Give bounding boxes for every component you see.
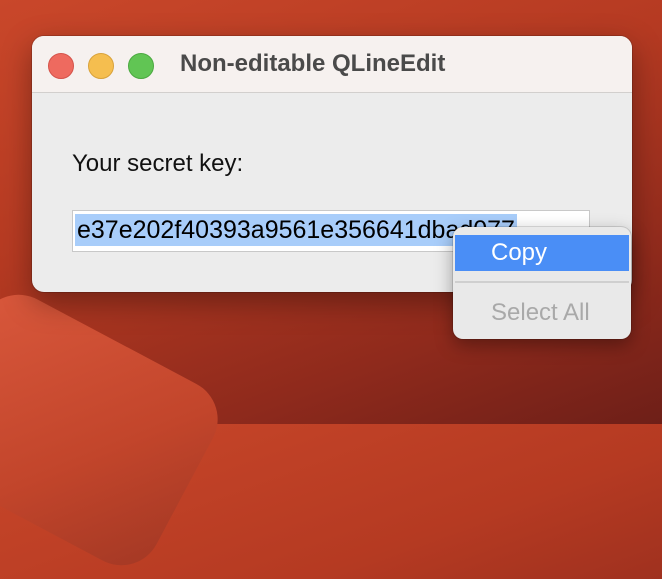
desktop-wallpaper — [0, 280, 232, 579]
menu-separator — [455, 281, 629, 283]
menu-item-copy[interactable]: Copy — [455, 235, 629, 271]
context-menu: Copy Select All — [453, 227, 631, 339]
minimize-button[interactable] — [88, 53, 114, 79]
title-bar: Non-editable QLineEdit — [32, 36, 632, 93]
secret-key-label: Your secret key: — [72, 150, 244, 177]
close-button[interactable] — [48, 53, 74, 79]
selected-text: e37e202f40393a9561e356641dbad077 — [75, 214, 517, 246]
window-title: Non-editable QLineEdit — [180, 50, 446, 77]
maximize-button[interactable] — [128, 53, 154, 79]
menu-item-select-all[interactable]: Select All — [455, 295, 629, 331]
